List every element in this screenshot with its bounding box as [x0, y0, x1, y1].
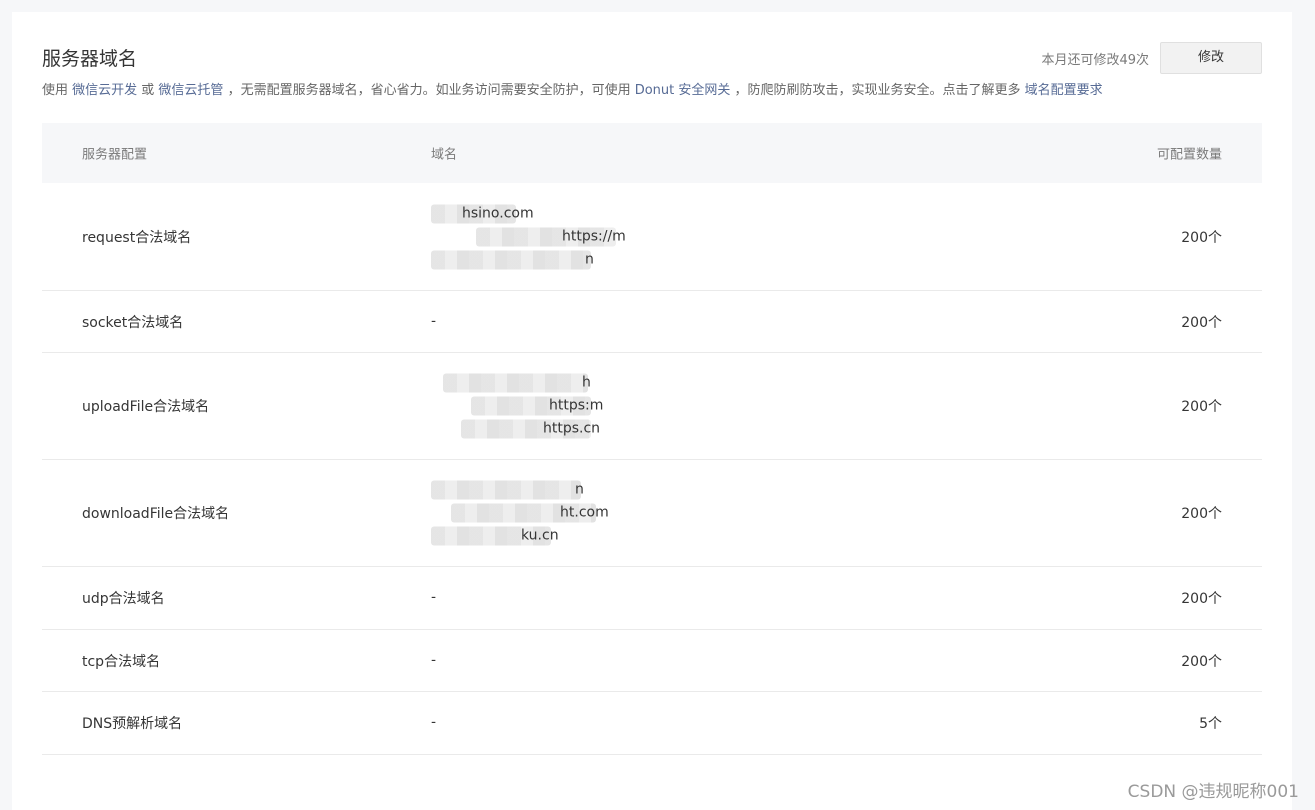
row-config-name: uploadFile合法域名 — [82, 399, 210, 415]
row-domain-list: h https:m https.cn — [431, 372, 611, 441]
row-count: 200个 — [1181, 653, 1222, 670]
row-config-name: udp合法域名 — [82, 591, 165, 607]
row-count: 200个 — [1181, 229, 1222, 246]
domain-item: n — [431, 248, 611, 271]
row-count: 200个 — [1181, 399, 1222, 415]
domain-item: - — [431, 712, 611, 735]
modify-quota-text: 本月还可修改49次 — [1041, 53, 1149, 68]
domain-text: - — [431, 313, 437, 329]
row-count: 200个 — [1181, 506, 1222, 522]
redacted-blur — [443, 373, 588, 393]
server-domain-card: 服务器域名 本月还可修改49次 修改 使用 微信云开发 或 微信云托管 ，无需配… — [12, 12, 1292, 810]
domain-text: https:m — [549, 397, 604, 414]
row-domain-list: - — [431, 649, 611, 672]
row-count: 5个 — [1199, 716, 1222, 732]
domain-table: 服务器配置 域名 可配置数量 request合法域名 hsino.com https… — [42, 123, 1262, 755]
domain-item: https:m — [431, 395, 611, 418]
cloud-dev-link[interactable]: 微信云开发 — [72, 83, 137, 98]
row-config-name: downloadFile合法域名 — [82, 506, 230, 522]
table-row: socket合法域名 - 200个 — [42, 291, 1262, 353]
desc-text-2: 或 — [137, 83, 159, 98]
table-row: tcp合法域名 - 200个 — [42, 630, 1262, 692]
domain-text: ht.com — [560, 504, 609, 521]
modify-button[interactable]: 修改 — [1160, 42, 1262, 74]
desc-text-1: 使用 — [42, 83, 73, 98]
row-domain-list: - — [431, 310, 611, 333]
domain-item: h — [431, 372, 611, 395]
description: 使用 微信云开发 或 微信云托管 ，无需配置服务器域名，省心省力。如业务访问需要… — [42, 79, 1103, 98]
redacted-blur — [431, 480, 581, 500]
row-config-name: socket合法域名 — [82, 314, 184, 331]
row-domain-list: hsino.com https://m n — [431, 202, 626, 271]
column-header-domain: 域名 — [431, 147, 458, 163]
desc-text-4: ，防爬防刷防攻击，实现业务安全。点击了解更多 — [730, 83, 1025, 98]
row-domain-list: n ht.com ku.cn — [431, 479, 611, 548]
domain-item: ku.cn — [431, 525, 611, 548]
watermark: CSDN @违规昵称001 — [1127, 782, 1299, 802]
row-count: 200个 — [1181, 591, 1222, 607]
column-header-count: 可配置数量 — [1156, 147, 1222, 163]
redacted-blur — [431, 250, 591, 269]
domain-text: - — [431, 589, 437, 606]
domain-requirements-link[interactable]: 域名配置要求 — [1025, 83, 1103, 98]
domain-text: h — [582, 374, 591, 391]
table-row: downloadFile合法域名 n ht.com ku.cn 200个 — [42, 460, 1262, 567]
table-header: 服务器配置 域名 可配置数量 — [42, 123, 1262, 183]
page-title: 服务器域名 — [42, 48, 138, 70]
domain-text: n — [575, 481, 584, 498]
domain-item: https://m — [431, 225, 626, 248]
row-config-name: tcp合法域名 — [82, 653, 161, 670]
row-config-name: request合法域名 — [82, 229, 192, 246]
donut-gateway-link[interactable]: Donut 安全网关 — [635, 83, 731, 98]
domain-text: - — [431, 652, 437, 668]
domain-item: n — [431, 479, 611, 502]
domain-text: n — [585, 251, 594, 267]
row-config-name: DNS预解析域名 — [82, 716, 183, 732]
domain-item: ht.com — [431, 502, 611, 525]
desc-text-3: ，无需配置服务器域名，省心省力。如业务访问需要安全防护，可使用 — [223, 83, 635, 98]
table-row: udp合法域名 - 200个 — [42, 567, 1262, 630]
domain-text: hsino.com — [462, 205, 534, 221]
table-row: uploadFile合法域名 h https:m https.cn 200个 — [42, 353, 1262, 460]
domain-item: - — [431, 587, 611, 610]
domain-item: hsino.com — [431, 202, 611, 225]
row-domain-list: - — [431, 712, 611, 735]
domain-text: https://m — [562, 228, 626, 244]
domain-item: - — [431, 649, 611, 672]
cloud-hosting-link[interactable]: 微信云托管 — [158, 83, 223, 98]
table-body: request合法域名 hsino.com https://m n 200个 socket… — [42, 183, 1262, 755]
domain-item: https.cn — [431, 418, 611, 441]
row-domain-list: - — [431, 587, 611, 610]
domain-text: ku.cn — [521, 527, 559, 544]
domain-text: - — [431, 714, 437, 731]
domain-text: https.cn — [543, 420, 601, 437]
domain-item: - — [431, 310, 611, 333]
row-count: 200个 — [1181, 314, 1222, 331]
table-row: request合法域名 hsino.com https://m n 200个 — [42, 183, 1262, 291]
table-row: DNS预解析域名 - 5个 — [42, 692, 1262, 755]
column-header-config: 服务器配置 — [82, 147, 148, 163]
